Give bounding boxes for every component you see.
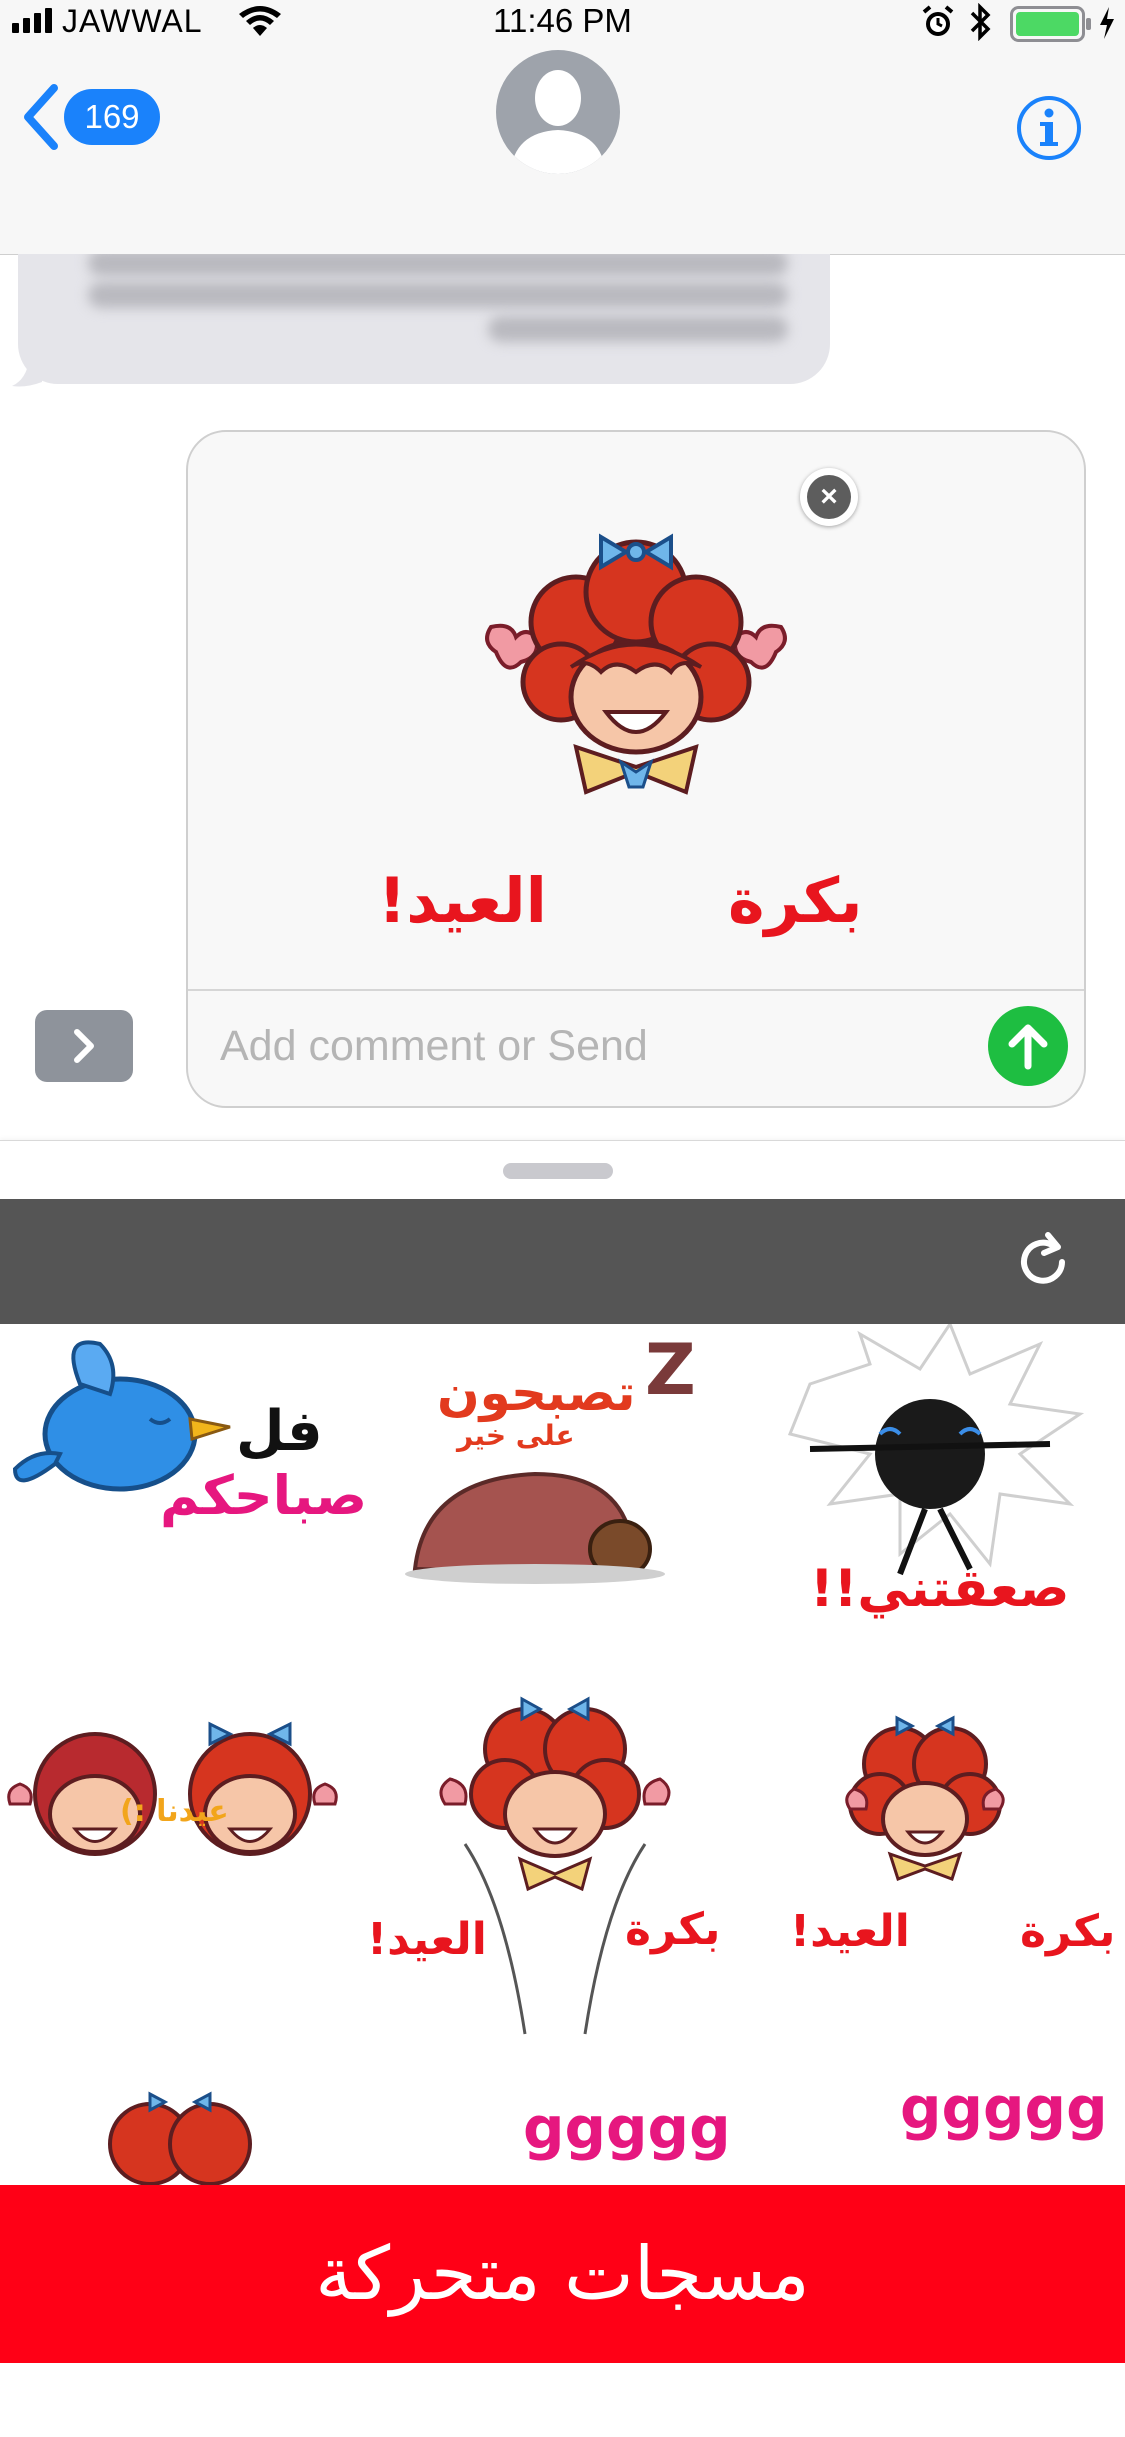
send-button[interactable]	[988, 1006, 1068, 1086]
drawer-grabber[interactable]	[503, 1163, 613, 1179]
blurred-text	[88, 254, 788, 276]
bubble-tail	[12, 348, 42, 387]
sticker-text: بكرة	[1020, 1906, 1116, 1957]
sticker-text: العيد!	[367, 1914, 487, 1965]
chevron-right-icon	[74, 1029, 94, 1063]
jumping-girl-sticker-image	[439, 1696, 671, 2035]
sticker-text: فل	[236, 1399, 323, 1464]
two-girls-sticker-image	[7, 1721, 338, 1856]
sticker-bird-good-morning[interactable]: فل صباحكم	[0, 1324, 375, 1694]
status-time: 11:46 PM	[493, 2, 632, 39]
sticker-eid-tomorrow-jump[interactable]: بكرة العيد!	[367, 1694, 750, 2064]
back-button[interactable]: 169	[20, 84, 160, 150]
blurred-text	[488, 316, 788, 342]
sticker-text: صباحكم	[160, 1464, 368, 1527]
card-divider	[188, 989, 1084, 991]
sticker-text: على خير	[457, 1419, 575, 1452]
sticker-text: بكرة	[625, 1904, 721, 1955]
info-icon[interactable]	[1015, 94, 1083, 162]
incoming-message-bubble	[18, 254, 830, 384]
sticker-eid-tomorrow[interactable]: بكرة العيد!	[750, 1694, 1125, 2064]
battery-icon	[1010, 6, 1091, 42]
sticker-good-night[interactable]: تصبحون على خير Z	[375, 1324, 750, 1694]
status-bar: JAWWAL 11:46 PM	[0, 0, 1125, 44]
unread-count-badge: 169	[64, 89, 160, 145]
arrow-up-icon	[1008, 1024, 1048, 1070]
banner-title: مسجات متحركة	[315, 2231, 810, 2317]
chevron-left-icon	[24, 84, 58, 150]
sticker-shocked[interactable]: صعقتني!!	[750, 1324, 1125, 1694]
selected-sticker-image	[485, 533, 787, 795]
sticker-text: صعقتني!!	[810, 1559, 1070, 1619]
contact-avatar[interactable]	[496, 50, 620, 174]
bluetooth-icon	[970, 3, 991, 41]
app-toolbar	[0, 1199, 1125, 1324]
sticker-caption-right: بكرة	[728, 864, 863, 937]
expand-apps-button[interactable]	[35, 1010, 133, 1082]
promo-banner: مسجات متحركة	[0, 2185, 1125, 2363]
girl-sticker-image	[845, 1715, 1005, 1881]
blurred-text	[88, 282, 788, 308]
sticker-our-eid[interactable]: عيدنا :)	[0, 1694, 375, 2064]
sticker-compose-card: × بكرة العيد!	[186, 430, 1086, 1108]
shocked-sticker-image	[787, 1324, 1085, 1576]
svg-text:Z: Z	[645, 1329, 696, 1411]
refresh-icon[interactable]	[1012, 1231, 1074, 1293]
charging-icon	[1100, 7, 1114, 39]
sticker-text: ggggg	[900, 2074, 1108, 2142]
sticker-text: ggggg	[523, 2094, 731, 2162]
comment-input[interactable]	[218, 1012, 982, 1080]
sticker-caption-left: العيد!	[378, 864, 547, 937]
person-icon	[510, 70, 606, 174]
sticker-text: عيدنا :)	[120, 1794, 229, 1829]
conversation-header: 169	[0, 44, 1125, 255]
sticker-text: تصبحون	[437, 1364, 636, 1422]
sticker-text: العيد!	[790, 1906, 910, 1957]
alarm-icon	[922, 5, 954, 36]
